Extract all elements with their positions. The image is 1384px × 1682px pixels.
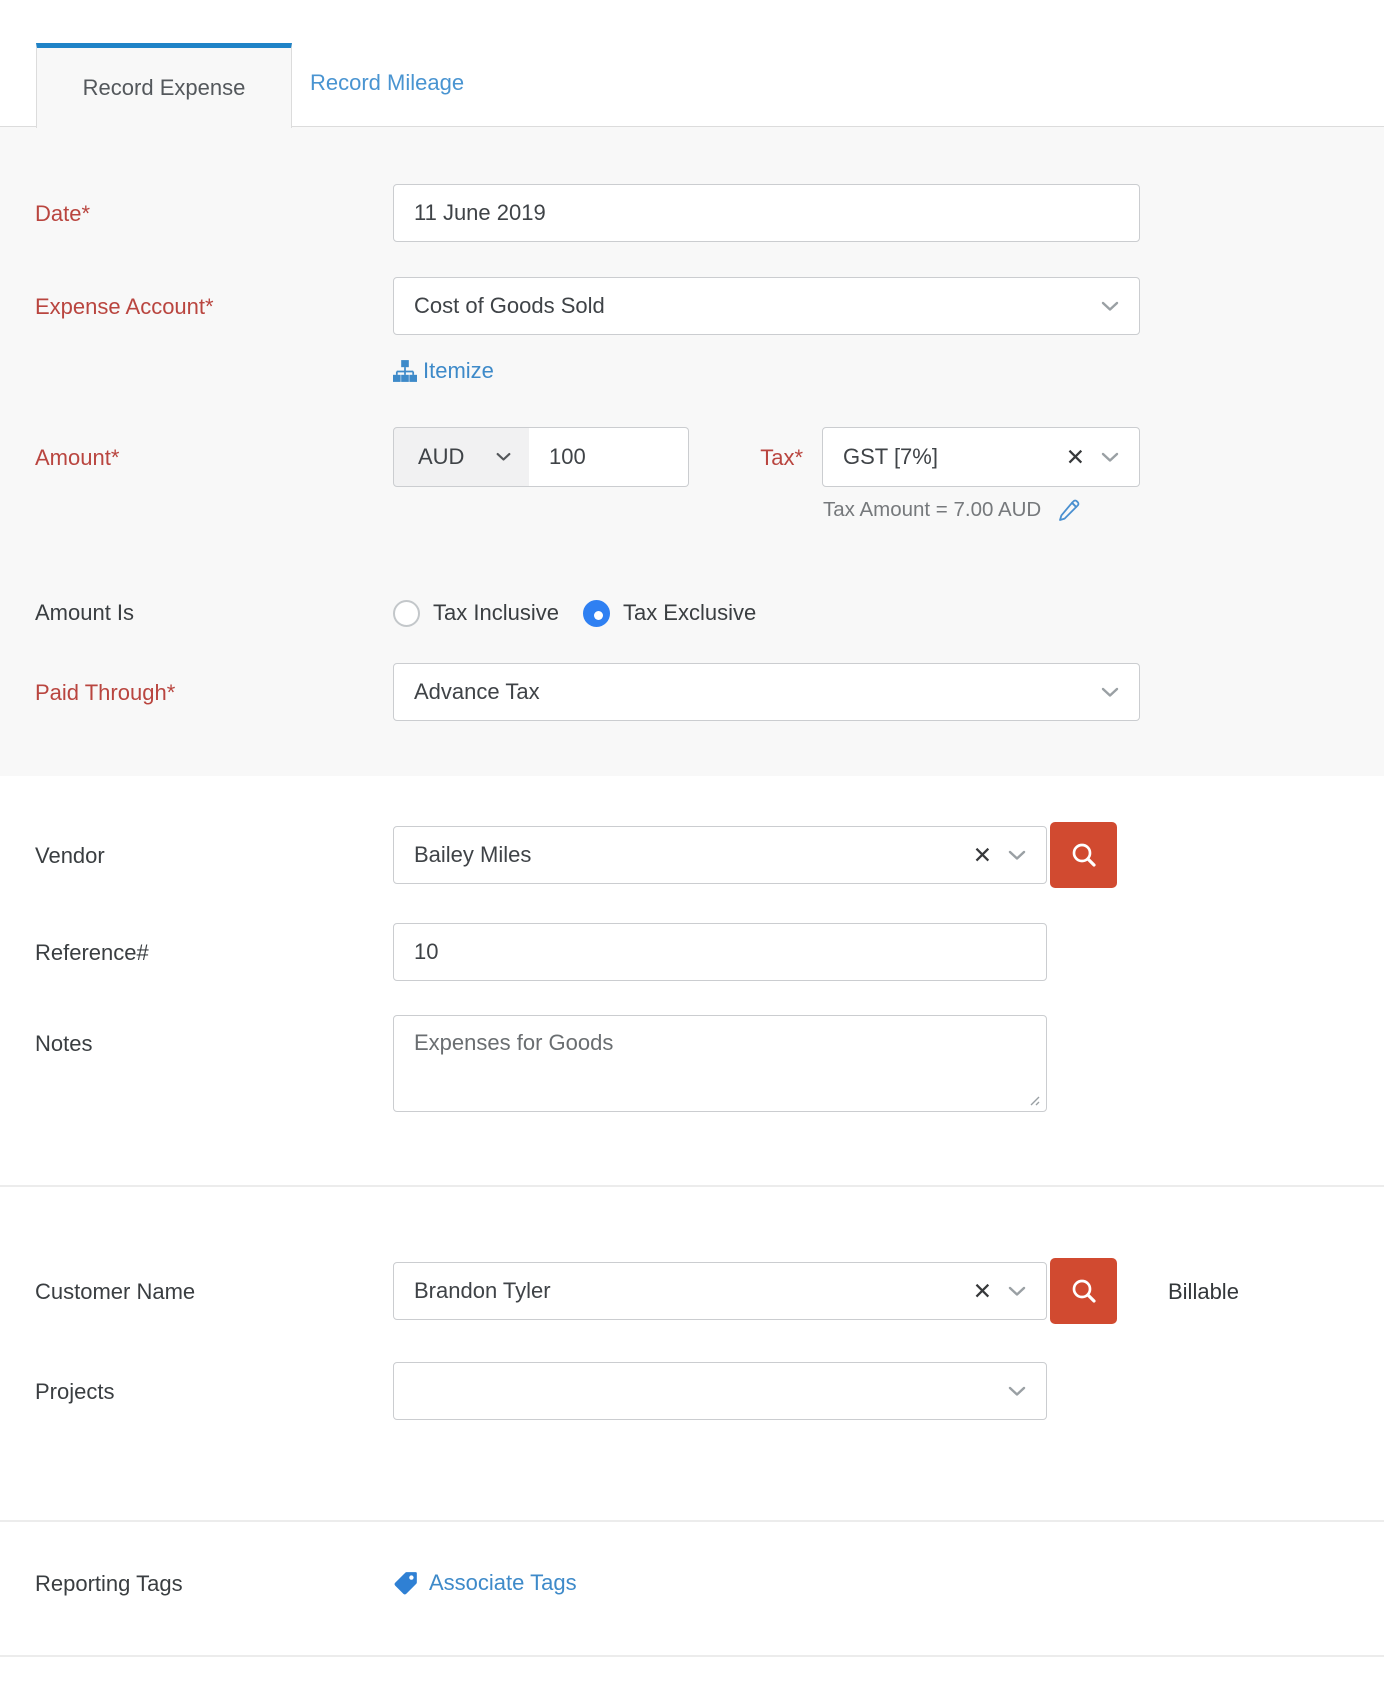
resize-handle-icon[interactable] bbox=[1027, 1093, 1041, 1107]
expense-account-label: Expense Account* bbox=[35, 293, 214, 320]
billable-label[interactable]: Billable bbox=[1168, 1279, 1239, 1305]
itemize-link[interactable]: Itemize bbox=[393, 356, 494, 386]
customer-name-label: Customer Name bbox=[35, 1278, 195, 1305]
reporting-tags-label: Reporting Tags bbox=[35, 1570, 183, 1597]
notes-textarea[interactable]: Expenses for Goods bbox=[393, 1015, 1047, 1112]
chevron-down-icon bbox=[496, 452, 511, 462]
vendor-value: Bailey Miles bbox=[414, 842, 965, 868]
reference-value: 10 bbox=[414, 939, 1026, 965]
notes-label: Notes bbox=[35, 1030, 92, 1057]
vendor-select[interactable]: Bailey Miles ✕ bbox=[393, 826, 1047, 884]
date-label: Date* bbox=[35, 200, 90, 227]
search-icon bbox=[1068, 1275, 1100, 1307]
customer-search-button[interactable] bbox=[1050, 1258, 1117, 1324]
chevron-down-icon bbox=[1101, 301, 1119, 312]
chevron-down-icon bbox=[1008, 1286, 1026, 1297]
tax-label: Tax* bbox=[700, 444, 803, 471]
section-divider bbox=[0, 1185, 1384, 1187]
section-divider bbox=[0, 1520, 1384, 1522]
customer-name-value: Brandon Tyler bbox=[414, 1278, 965, 1304]
search-icon bbox=[1068, 839, 1100, 871]
tab-record-expense-label: Record Expense bbox=[83, 75, 246, 101]
expense-account-value: Cost of Goods Sold bbox=[414, 293, 1101, 319]
clear-icon[interactable]: ✕ bbox=[1066, 446, 1085, 469]
clear-icon[interactable]: ✕ bbox=[973, 1280, 992, 1303]
currency-value: AUD bbox=[418, 444, 464, 470]
clear-icon[interactable]: ✕ bbox=[973, 844, 992, 867]
reference-input[interactable]: 10 bbox=[393, 923, 1047, 981]
vendor-search-button[interactable] bbox=[1050, 822, 1117, 888]
tax-select[interactable]: GST [7%] ✕ bbox=[822, 427, 1140, 487]
tax-inclusive-label[interactable]: Tax Inclusive bbox=[433, 600, 559, 626]
paid-through-label: Paid Through* bbox=[35, 679, 175, 706]
pencil-icon[interactable] bbox=[1057, 498, 1081, 522]
projects-label: Projects bbox=[35, 1378, 114, 1405]
paid-through-select[interactable]: Advance Tax bbox=[393, 663, 1140, 721]
chevron-down-icon bbox=[1008, 850, 1026, 861]
amount-label: Amount* bbox=[35, 444, 119, 471]
date-value: 11 June 2019 bbox=[414, 200, 1119, 226]
amount-is-label: Amount Is bbox=[35, 599, 134, 626]
date-input[interactable]: 11 June 2019 bbox=[393, 184, 1140, 242]
radio-tax-inclusive[interactable] bbox=[393, 600, 420, 627]
tag-icon bbox=[393, 1570, 419, 1596]
customer-name-select[interactable]: Brandon Tyler ✕ bbox=[393, 1262, 1047, 1320]
projects-select[interactable] bbox=[393, 1362, 1047, 1420]
reference-label: Reference# bbox=[35, 939, 149, 966]
hierarchy-icon bbox=[393, 359, 417, 383]
expense-account-select[interactable]: Cost of Goods Sold bbox=[393, 277, 1140, 335]
paid-through-value: Advance Tax bbox=[414, 679, 1101, 705]
section-divider bbox=[0, 1655, 1384, 1657]
notes-value: Expenses for Goods bbox=[414, 1030, 613, 1055]
tab-record-expense[interactable]: Record Expense bbox=[36, 43, 292, 128]
associate-tags-label: Associate Tags bbox=[429, 1570, 577, 1596]
amount-input[interactable]: 100 bbox=[529, 427, 689, 487]
chevron-down-icon bbox=[1101, 452, 1119, 463]
record-expense-form: Record Expense Record Mileage Date* 11 J… bbox=[0, 0, 1384, 1682]
tax-amount-text: Tax Amount = 7.00 AUD bbox=[823, 498, 1041, 522]
chevron-down-icon bbox=[1101, 687, 1119, 698]
amount-is-options: Tax Inclusive Tax Exclusive bbox=[393, 598, 780, 628]
tax-exclusive-label[interactable]: Tax Exclusive bbox=[623, 600, 756, 626]
radio-tax-exclusive[interactable] bbox=[583, 600, 610, 627]
chevron-down-icon bbox=[1008, 1386, 1026, 1397]
vendor-label: Vendor bbox=[35, 842, 105, 869]
tab-record-mileage[interactable]: Record Mileage bbox=[310, 70, 464, 96]
associate-tags-link[interactable]: Associate Tags bbox=[393, 1566, 577, 1600]
tax-value: GST [7%] bbox=[843, 444, 1058, 470]
currency-select[interactable]: AUD bbox=[393, 427, 530, 487]
amount-value: 100 bbox=[549, 444, 668, 470]
tax-amount-note: Tax Amount = 7.00 AUD bbox=[823, 498, 1081, 522]
itemize-label: Itemize bbox=[423, 358, 494, 384]
